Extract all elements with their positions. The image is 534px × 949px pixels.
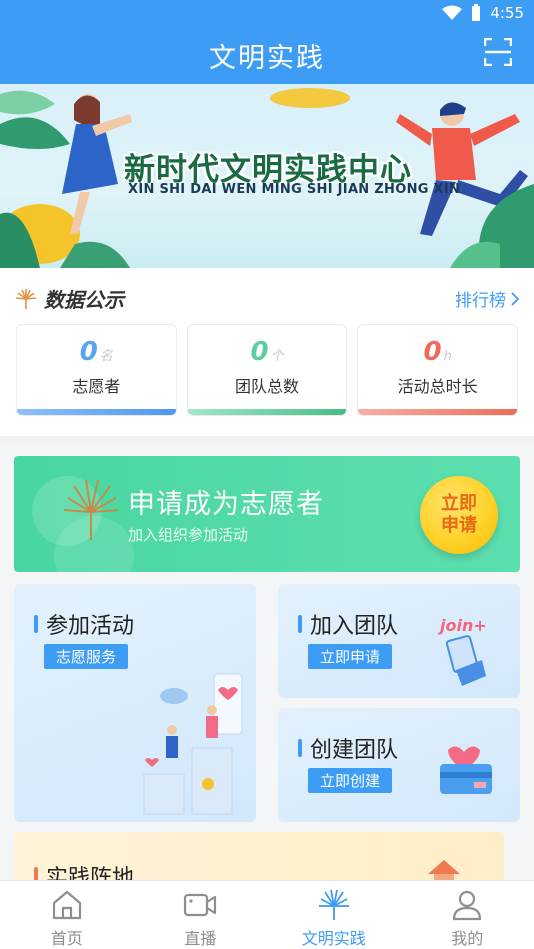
tab-label: 首页 [50,929,83,948]
tab-mine[interactable]: 我的 [401,881,534,949]
home-icon [52,890,81,920]
data-panel: 数据公示 排行榜 0名 志愿者 0个 团队总数 0h 活动总时长 [0,268,534,436]
video-icon [184,893,217,917]
data-section-title: 数据公示 [44,288,124,312]
hero-banner[interactable]: 新时代文明实践中心 XIN SHI DAI WEN MING SHI JIAN … [0,84,534,268]
card-title: 创建团队 [298,732,398,764]
section-divider [0,436,534,444]
volunteer-subtitle: 加入组织参加活动 [128,526,249,544]
card-tag[interactable]: 立即创建 [308,768,393,793]
user-icon [453,890,482,921]
activity-illustration [143,673,243,815]
civilization-logo-icon [318,889,349,920]
tab-label: 直播 [184,929,217,948]
tab-home[interactable]: 首页 [0,881,134,949]
civilization-logo-icon [15,288,37,309]
join-team-card[interactable]: 加入团队 立即申请 join+ [278,584,520,698]
join-activity-card[interactable]: 参加活动 志愿服务 [14,584,256,822]
card-title: 加入团队 [298,608,398,640]
bottom-tab-bar: 首页 直播 文明实践 我的 [0,880,534,949]
apply-button-line1: 立即 [441,493,477,514]
stats-row: 0名 志愿者 0个 团队总数 0h 活动总时长 [16,324,519,416]
civilization-logo-icon [63,479,119,540]
stat-value: 0个 [250,337,284,367]
volunteer-title: 申请成为志愿者 [128,489,324,520]
stat-label: 志愿者 [72,377,121,396]
stat-teams[interactable]: 0个 团队总数 [186,324,348,416]
stat-value: 0h [423,337,452,367]
tab-label: 文明实践 [301,929,366,948]
card-title: 参加活动 [34,608,134,640]
volunteer-apply-banner[interactable]: 申请成为志愿者 加入组织参加活动 立即 申请 [14,456,520,572]
data-section-header: 数据公示 [14,284,124,313]
app-screen: 4:55 文明实践 新时代文明实践中心 XIN SHI DAI WEN MING… [0,0,534,949]
tab-live[interactable]: 直播 [134,881,268,949]
page-title: 文明实践 [209,43,325,74]
stat-bar [187,409,347,415]
battery-icon [472,4,481,21]
ranking-link[interactable]: 排行榜 [455,286,520,311]
tab-civilization[interactable]: 文明实践 [267,881,401,949]
status-bar: 4:55 [442,4,524,22]
scan-icon[interactable] [484,38,512,66]
app-header: 4:55 文明实践 [0,0,534,84]
stat-label: 团队总数 [235,377,300,396]
apply-now-button[interactable]: 立即 申请 [420,476,498,554]
chevron-right-icon [511,291,520,306]
stat-bar [17,409,176,415]
status-time: 4:55 [490,4,524,22]
create-team-illustration [440,746,492,794]
stat-hours[interactable]: 0h 活动总时长 [357,324,519,416]
card-tag[interactable]: 立即申请 [308,644,393,669]
tab-label: 我的 [451,929,484,948]
stat-label: 活动总时长 [397,377,478,396]
stat-volunteers[interactable]: 0名 志愿者 [16,324,177,416]
create-team-card[interactable]: 创建团队 立即创建 [278,708,520,822]
wifi-icon [442,5,463,20]
stat-bar [358,409,518,415]
stat-value: 0名 [79,337,113,367]
apply-button-line2: 申请 [441,515,477,536]
join-team-illustration [445,635,486,686]
ranking-link-label: 排行榜 [455,291,506,311]
banner-subtitle: XIN SHI DAI WEN MING SHI JIAN ZHONG XIN [128,182,461,197]
